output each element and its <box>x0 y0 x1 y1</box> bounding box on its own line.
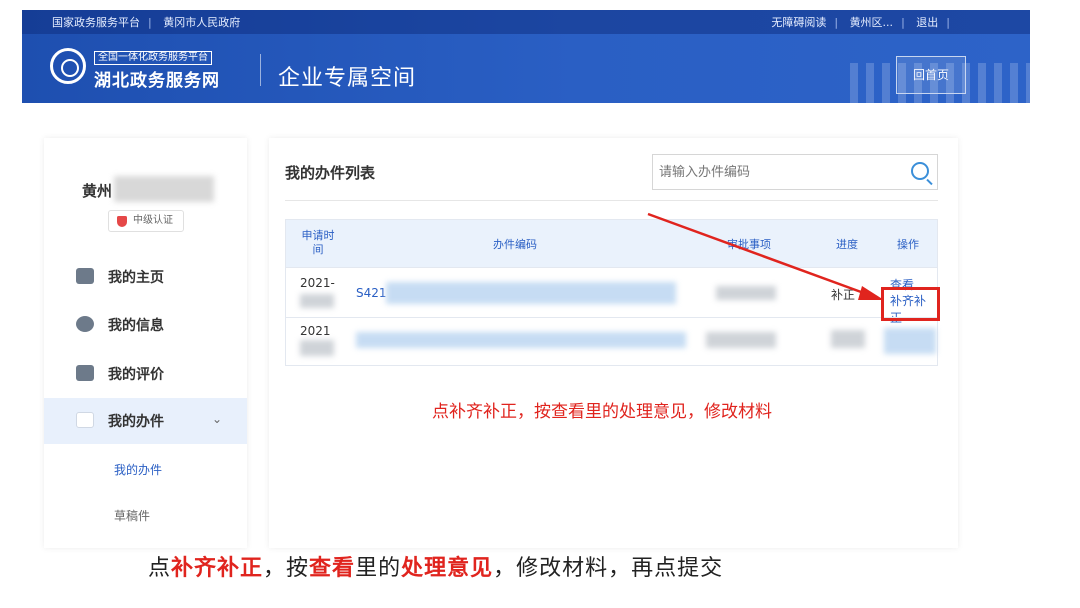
header-banner: 国家政务服务平台 | 黄冈市人民政府 无障碍阅读 | 黄州区... | 退出 | 全国一… <box>22 10 1030 103</box>
caption-emphasis: 补齐补正 <box>171 555 264 581</box>
sidebar-item-label: 我的办件 <box>108 414 164 430</box>
sidebar-subitem-my-cases[interactable]: 我的办件 <box>114 461 162 478</box>
space-title: 企业专属空间 <box>278 66 417 91</box>
redaction <box>356 332 686 348</box>
search-icon[interactable] <box>911 162 929 180</box>
top-right-links: 无障碍阅读 | 黄州区... | 退出 | <box>767 14 954 30</box>
redaction <box>300 340 334 356</box>
top-link-bar: 国家政务服务平台 | 黄冈市人民政府 无障碍阅读 | 黄州区... | 退出 | <box>22 10 1030 34</box>
annotation-note: 点补齐补正，按查看里的处理意见，修改材料 <box>432 402 772 422</box>
brand-divider <box>260 54 261 86</box>
title-divider <box>285 200 938 201</box>
redaction <box>831 330 865 348</box>
city-skyline-decoration <box>850 63 1030 103</box>
row-apply-time: 2021- <box>300 276 335 290</box>
sidebar-item-info[interactable]: 我的信息 <box>44 302 247 348</box>
row-progress: 补正 <box>831 288 856 302</box>
column-header-approval-item: 审批事项 <box>727 238 771 251</box>
redaction <box>386 282 676 304</box>
accessibility-link[interactable]: 无障碍阅读 <box>767 16 830 29</box>
cases-table: 申请时间 办件编码 审批事项 进度 操作 2021- S421 补正 查看 补齐… <box>285 219 938 366</box>
region-link[interactable]: 黄州区... <box>846 16 898 29</box>
top-left-links: 国家政务服务平台 | 黄冈市人民政府 <box>48 14 244 30</box>
message-icon <box>76 316 94 332</box>
user-name: 黄州 <box>82 182 113 200</box>
logo-emblem-icon[interactable] <box>50 48 86 84</box>
table-row: 2021 <box>286 317 937 367</box>
user-name-redaction <box>114 176 214 202</box>
page-title: 我的办件列表 <box>285 164 376 182</box>
caption-emphasis: 查看 <box>309 555 356 581</box>
sidebar-item-my-cases[interactable]: 我的办件 ⌄ <box>44 398 247 444</box>
row-case-code[interactable]: S421 <box>356 286 387 300</box>
annotation-highlight-box <box>881 287 940 321</box>
sidebar-item-label: 我的评价 <box>108 367 164 383</box>
main-panel: 我的办件列表 申请时间 办件编码 审批事项 进度 操作 2021- S421 补… <box>269 138 958 548</box>
sidebar-item-home[interactable]: 我的主页 <box>44 254 247 300</box>
auth-level-badge: 中级认证 <box>108 210 184 232</box>
caption-text: ，修改材料，再点提交 <box>493 556 724 581</box>
row-apply-time: 2021 <box>300 324 331 338</box>
table-header: 申请时间 办件编码 审批事项 进度 操作 <box>286 220 937 267</box>
column-header-case-code: 办件编码 <box>493 238 537 251</box>
shield-icon <box>117 216 127 227</box>
caption-text: 里的 <box>355 556 402 581</box>
sidebar-item-label: 我的主页 <box>108 270 164 286</box>
caption-emphasis: 处理意见 <box>401 555 494 581</box>
redaction <box>716 286 776 300</box>
search-input[interactable] <box>659 161 899 183</box>
instruction-caption: 点补齐补正，按查看里的处理意见，修改材料，再点提交 <box>148 550 723 582</box>
sidebar-item-review[interactable]: 我的评价 <box>44 351 247 397</box>
caption-text: ，按 <box>263 556 310 581</box>
sidebar: 黄州 中级认证 我的主页 我的信息 我的评价 我的办件 ⌄ 我的办件 草稿件 <box>44 138 247 548</box>
brand-subtitle: 全国一体化政务服务平台 <box>94 51 212 65</box>
auth-level-label: 中级认证 <box>133 215 173 226</box>
city-government-link[interactable]: 黄冈市人民政府 <box>159 16 244 29</box>
edit-icon <box>76 365 94 381</box>
redaction <box>300 294 334 308</box>
brand-title[interactable]: 湖北政务服务网 <box>94 66 220 91</box>
column-header-actions: 操作 <box>897 238 919 251</box>
sidebar-item-label: 我的信息 <box>108 318 164 334</box>
column-header-apply-time: 申请时间 <box>301 229 335 256</box>
screenshot-frame: 国家政务服务平台 | 黄冈市人民政府 无障碍阅读 | 黄州区... | 退出 | 全国一… <box>0 0 1080 608</box>
table-row: 2021- S421 补正 查看 补齐补正 <box>286 267 937 325</box>
national-platform-link[interactable]: 国家政务服务平台 <box>48 16 144 29</box>
chevron-down-icon[interactable]: ⌄ <box>212 412 222 426</box>
logout-link[interactable]: 退出 <box>912 16 942 29</box>
redaction <box>884 328 936 354</box>
home-icon <box>76 268 94 284</box>
column-header-progress: 进度 <box>836 238 858 251</box>
sidebar-subitem-drafts[interactable]: 草稿件 <box>114 507 150 524</box>
document-icon <box>76 412 94 428</box>
redaction <box>706 332 776 348</box>
caption-text: 点 <box>148 556 172 581</box>
search-box <box>652 154 938 190</box>
